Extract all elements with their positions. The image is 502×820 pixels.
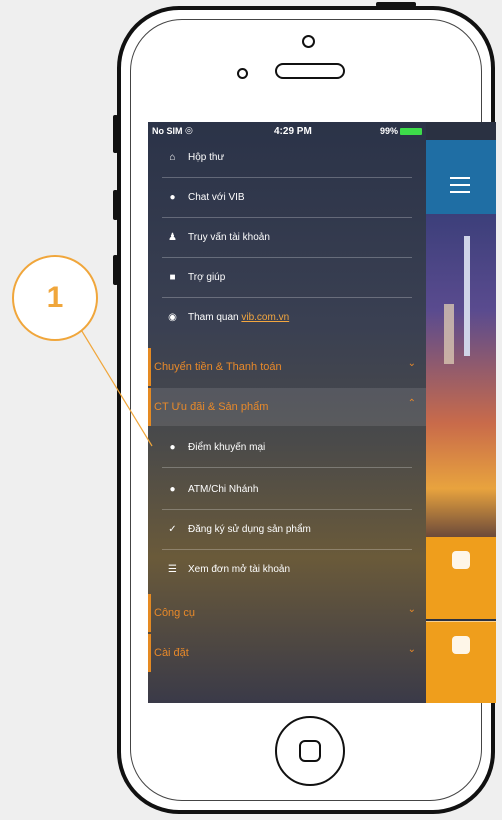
carrier-label: No SIM xyxy=(152,126,183,136)
callout-badge: 1 xyxy=(12,255,98,341)
battery-indicator: 99% xyxy=(380,126,422,136)
battery-percent: 99% xyxy=(379,126,398,136)
battery-icon xyxy=(400,128,422,136)
wifi-icon: ◎ xyxy=(185,125,193,135)
status-bar: No SIM ◎ 4:29 PM 99% xyxy=(148,122,496,140)
status-time: 4:29 PM xyxy=(274,126,312,137)
